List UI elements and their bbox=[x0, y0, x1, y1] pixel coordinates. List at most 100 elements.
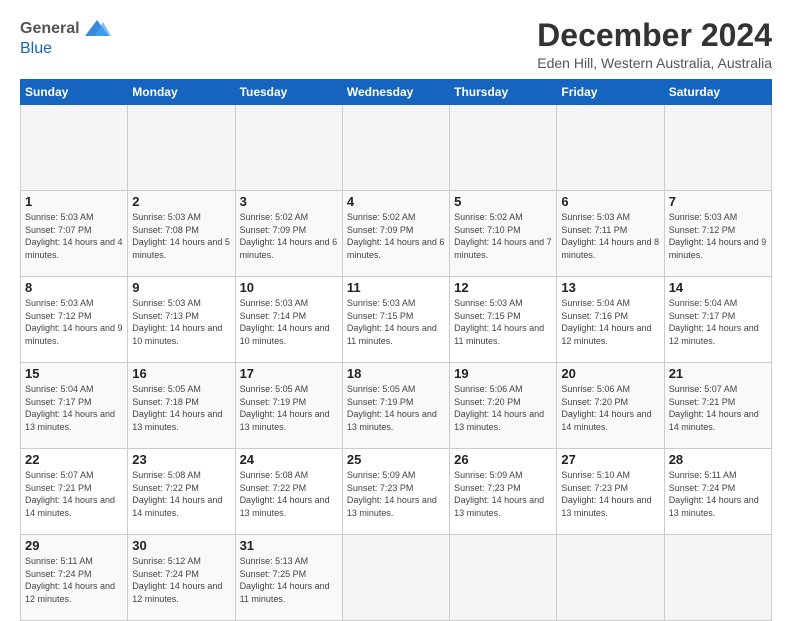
table-row: 15Sunrise: 5:04 AMSunset: 7:17 PMDayligh… bbox=[21, 363, 128, 449]
table-row: 30Sunrise: 5:12 AMSunset: 7:24 PMDayligh… bbox=[128, 535, 235, 621]
day-number: 26 bbox=[454, 452, 552, 467]
day-number: 6 bbox=[561, 194, 659, 209]
day-info: Sunrise: 5:11 AMSunset: 7:24 PMDaylight:… bbox=[25, 555, 123, 605]
day-info: Sunrise: 5:02 AMSunset: 7:09 PMDaylight:… bbox=[240, 211, 338, 261]
day-number: 5 bbox=[454, 194, 552, 209]
day-number: 25 bbox=[347, 452, 445, 467]
table-row: 18 Sunrise: 5:05 AMSunset: 7:19 PMDayligh… bbox=[342, 363, 449, 449]
calendar-week-row: 22 Sunrise: 5:07 AMSunset: 7:21 PMDayligh… bbox=[21, 449, 772, 535]
calendar-week-row: 15Sunrise: 5:04 AMSunset: 7:17 PMDayligh… bbox=[21, 363, 772, 449]
day-number: 13 bbox=[561, 280, 659, 295]
day-info: Sunrise: 5:07 AMSunset: 7:21 PMDaylight:… bbox=[669, 383, 767, 433]
table-row: 1 Sunrise: 5:03 AMSunset: 7:07 PMDaylight… bbox=[21, 191, 128, 277]
logo-blue-text: Blue bbox=[20, 40, 52, 58]
day-number: 23 bbox=[132, 452, 230, 467]
day-info: Sunrise: 5:05 AMSunset: 7:19 PMDaylight:… bbox=[347, 383, 445, 433]
day-number: 4 bbox=[347, 194, 445, 209]
day-info: Sunrise: 5:05 AMSunset: 7:18 PMDaylight:… bbox=[132, 383, 230, 433]
day-info: Sunrise: 5:04 AMSunset: 7:17 PMDaylight:… bbox=[25, 383, 123, 433]
day-info: Sunrise: 5:08 AMSunset: 7:22 PMDaylight:… bbox=[132, 469, 230, 519]
day-info: Sunrise: 5:09 AMSunset: 7:23 PMDaylight:… bbox=[347, 469, 445, 519]
page: General Blue December 2024 Eden Hill, We… bbox=[0, 0, 792, 612]
day-number: 29 bbox=[25, 538, 123, 553]
day-number: 22 bbox=[25, 452, 123, 467]
calendar-week-row: 1 Sunrise: 5:03 AMSunset: 7:07 PMDaylight… bbox=[21, 191, 772, 277]
table-row: 29 Sunrise: 5:11 AMSunset: 7:24 PMDayligh… bbox=[21, 535, 128, 621]
day-info: Sunrise: 5:04 AMSunset: 7:16 PMDaylight:… bbox=[561, 297, 659, 347]
day-number: 11 bbox=[347, 280, 445, 295]
table-row: 7Sunrise: 5:03 AMSunset: 7:12 PMDaylight… bbox=[664, 191, 771, 277]
table-row: 28 Sunrise: 5:11 AMSunset: 7:24 PMDayligh… bbox=[664, 449, 771, 535]
day-info: Sunrise: 5:03 AMSunset: 7:12 PMDaylight:… bbox=[25, 297, 123, 347]
table-row bbox=[235, 105, 342, 191]
day-number: 1 bbox=[25, 194, 123, 209]
day-number: 14 bbox=[669, 280, 767, 295]
day-number: 27 bbox=[561, 452, 659, 467]
day-info: Sunrise: 5:06 AMSunset: 7:20 PMDaylight:… bbox=[561, 383, 659, 433]
table-row: 21 Sunrise: 5:07 AMSunset: 7:21 PMDayligh… bbox=[664, 363, 771, 449]
day-info: Sunrise: 5:03 AMSunset: 7:14 PMDaylight:… bbox=[240, 297, 338, 347]
day-info: Sunrise: 5:07 AMSunset: 7:21 PMDaylight:… bbox=[25, 469, 123, 519]
calendar-header-tuesday: Tuesday bbox=[235, 80, 342, 105]
day-number: 21 bbox=[669, 366, 767, 381]
table-row: 25 Sunrise: 5:09 AMSunset: 7:23 PMDayligh… bbox=[342, 449, 449, 535]
day-info: Sunrise: 5:02 AMSunset: 7:09 PMDaylight:… bbox=[347, 211, 445, 261]
table-row: 2 Sunrise: 5:03 AMSunset: 7:08 PMDaylight… bbox=[128, 191, 235, 277]
day-info: Sunrise: 5:03 AMSunset: 7:13 PMDaylight:… bbox=[132, 297, 230, 347]
table-row: 24Sunrise: 5:08 AMSunset: 7:22 PMDayligh… bbox=[235, 449, 342, 535]
table-row bbox=[342, 105, 449, 191]
day-number: 3 bbox=[240, 194, 338, 209]
table-row bbox=[450, 105, 557, 191]
day-info: Sunrise: 5:03 AMSunset: 7:08 PMDaylight:… bbox=[132, 211, 230, 261]
calendar-week-row: 29 Sunrise: 5:11 AMSunset: 7:24 PMDayligh… bbox=[21, 535, 772, 621]
day-info: Sunrise: 5:04 AMSunset: 7:17 PMDaylight:… bbox=[669, 297, 767, 347]
day-info: Sunrise: 5:11 AMSunset: 7:24 PMDaylight:… bbox=[669, 469, 767, 519]
logo-general-text: General bbox=[20, 20, 80, 38]
day-number: 2 bbox=[132, 194, 230, 209]
day-number: 8 bbox=[25, 280, 123, 295]
day-info: Sunrise: 5:10 AMSunset: 7:23 PMDaylight:… bbox=[561, 469, 659, 519]
header: General Blue December 2024 Eden Hill, We… bbox=[20, 18, 772, 71]
table-row bbox=[664, 105, 771, 191]
table-row: 9 Sunrise: 5:03 AMSunset: 7:13 PMDaylight… bbox=[128, 277, 235, 363]
calendar: SundayMondayTuesdayWednesdayThursdayFrid… bbox=[20, 79, 772, 621]
table-row: 26 Sunrise: 5:09 AMSunset: 7:23 PMDayligh… bbox=[450, 449, 557, 535]
calendar-week-row bbox=[21, 105, 772, 191]
table-row: 8 Sunrise: 5:03 AMSunset: 7:12 PMDaylight… bbox=[21, 277, 128, 363]
day-number: 30 bbox=[132, 538, 230, 553]
table-row: 23 Sunrise: 5:08 AMSunset: 7:22 PMDayligh… bbox=[128, 449, 235, 535]
logo: General Blue bbox=[20, 18, 111, 58]
calendar-week-row: 8 Sunrise: 5:03 AMSunset: 7:12 PMDaylight… bbox=[21, 277, 772, 363]
table-row: 19Sunrise: 5:06 AMSunset: 7:20 PMDayligh… bbox=[450, 363, 557, 449]
day-number: 20 bbox=[561, 366, 659, 381]
calendar-header-saturday: Saturday bbox=[664, 80, 771, 105]
day-info: Sunrise: 5:05 AMSunset: 7:19 PMDaylight:… bbox=[240, 383, 338, 433]
calendar-header-row: SundayMondayTuesdayWednesdayThursdayFrid… bbox=[21, 80, 772, 105]
table-row bbox=[128, 105, 235, 191]
day-number: 12 bbox=[454, 280, 552, 295]
calendar-header-monday: Monday bbox=[128, 80, 235, 105]
day-info: Sunrise: 5:13 AMSunset: 7:25 PMDaylight:… bbox=[240, 555, 338, 605]
day-info: Sunrise: 5:03 AMSunset: 7:07 PMDaylight:… bbox=[25, 211, 123, 261]
table-row: 14 Sunrise: 5:04 AMSunset: 7:17 PMDayligh… bbox=[664, 277, 771, 363]
day-number: 28 bbox=[669, 452, 767, 467]
day-number: 10 bbox=[240, 280, 338, 295]
day-info: Sunrise: 5:06 AMSunset: 7:20 PMDaylight:… bbox=[454, 383, 552, 433]
table-row: 5 Sunrise: 5:02 AMSunset: 7:10 PMDaylight… bbox=[450, 191, 557, 277]
calendar-header-friday: Friday bbox=[557, 80, 664, 105]
day-info: Sunrise: 5:02 AMSunset: 7:10 PMDaylight:… bbox=[454, 211, 552, 261]
calendar-header-sunday: Sunday bbox=[21, 80, 128, 105]
calendar-header-thursday: Thursday bbox=[450, 80, 557, 105]
day-info: Sunrise: 5:09 AMSunset: 7:23 PMDaylight:… bbox=[454, 469, 552, 519]
table-row: 10 Sunrise: 5:03 AMSunset: 7:14 PMDayligh… bbox=[235, 277, 342, 363]
table-row bbox=[557, 105, 664, 191]
table-row: 31 Sunrise: 5:13 AMSunset: 7:25 PMDayligh… bbox=[235, 535, 342, 621]
location: Eden Hill, Western Australia, Australia bbox=[537, 55, 772, 71]
day-number: 24 bbox=[240, 452, 338, 467]
day-number: 18 bbox=[347, 366, 445, 381]
day-number: 9 bbox=[132, 280, 230, 295]
table-row: 12Sunrise: 5:03 AMSunset: 7:15 PMDayligh… bbox=[450, 277, 557, 363]
day-number: 7 bbox=[669, 194, 767, 209]
day-number: 31 bbox=[240, 538, 338, 553]
title-area: December 2024 Eden Hill, Western Austral… bbox=[537, 18, 772, 71]
